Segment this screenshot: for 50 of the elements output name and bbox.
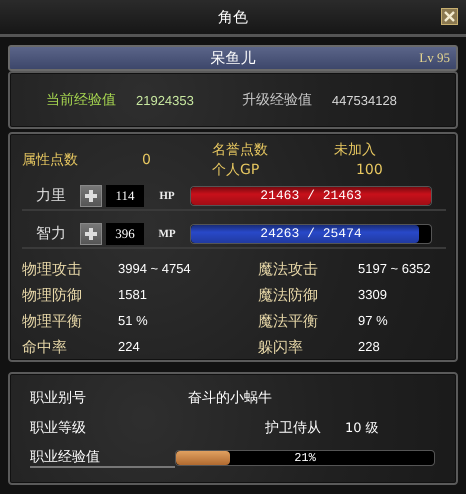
attribute-value: 114 [106,184,144,206]
window-title: 角色 [218,8,248,26]
bar-reading: 21463 / 21463 [259,186,363,204]
attribute-value: 396 [106,222,144,244]
bar-label: MP [157,228,177,240]
bar-label: HP [158,190,176,202]
honor-label: 名誉点数 [212,141,269,160]
job-label: 职业等级 [30,419,87,437]
job-level: 10 级 [345,420,379,437]
points-value: 0 [142,152,152,168]
stat-label: 躲闪率 [258,337,304,358]
stat-value: 228 [358,338,381,356]
attribute-label: 力里 [35,186,67,205]
stat-value: 5197 ~ 6352 [358,260,432,278]
bar-reading: 24263 / 25474 [259,224,363,242]
job-title: 奋斗的小蜗牛 [188,389,272,407]
exp-label: 当前经验值 [46,91,116,109]
gp-label: 个人GP [212,161,260,180]
points-label: 属性点数 [22,151,79,169]
stat-label: 魔法防御 [258,285,319,306]
level-text: Lv 95 [419,50,450,66]
stat-label: 物理防御 [22,285,83,306]
bar-reading: 21% [293,451,317,465]
plus-icon [84,226,98,240]
exp-label: 升级经验值 [242,91,312,109]
stat-value: 3309 [358,286,388,304]
exp-value: 21924353 [136,92,194,108]
job-label: 职业经验值 [30,448,175,468]
gp-value: 100 [355,161,384,180]
plus-button[interactable] [80,222,102,244]
close-icon [442,9,457,24]
honor-value: 未加入 [334,141,377,160]
stat-label: 物理平衡 [22,311,83,332]
stat-value: 224 [118,338,141,356]
stat-value: 1581 [118,286,148,304]
close-button[interactable] [441,8,458,25]
stat-label: 魔法攻击 [258,259,319,280]
plus-icon [84,188,98,202]
stat-value: 3994 ~ 4754 [118,260,192,278]
job-label: 职业别号 [30,389,87,407]
stat-label: 魔法平衡 [258,311,319,332]
character-name: 呆鱼儿 [210,48,256,68]
stat-label: 物理攻击 [22,259,83,280]
stat-value: 97 % [358,312,389,330]
job-rank: 护卫侍从 [265,419,321,437]
exp-value: 447534128 [332,92,397,108]
stat-value: 51 % [118,312,149,330]
attribute-label: 智力 [35,224,67,243]
plus-button[interactable] [80,184,102,206]
stat-label: 命中率 [22,337,68,358]
